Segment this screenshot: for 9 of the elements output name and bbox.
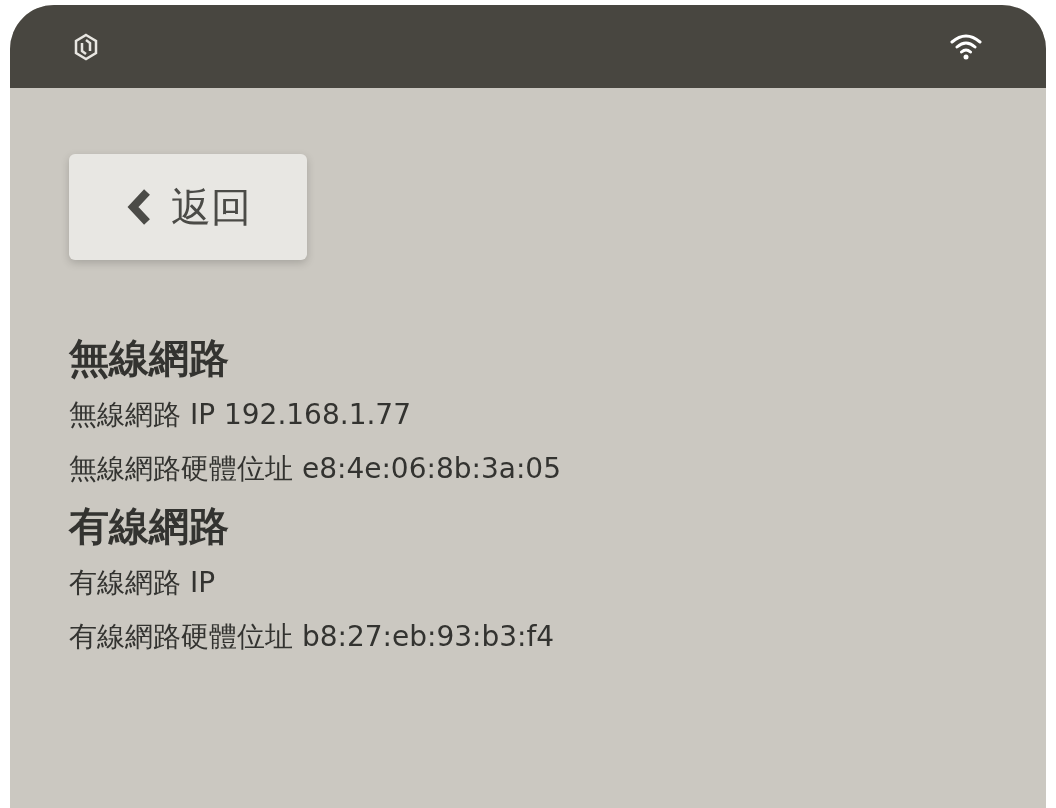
wifi-icon [949, 32, 983, 61]
info-row-text: 有線網路 IP [69, 565, 217, 601]
info-row-text: 有線網路硬體位址 b8:27:eb:93:b3:f4 [69, 619, 556, 655]
back-button[interactable]: 返回 [69, 154, 307, 260]
section-heading: 有線網路 [69, 502, 230, 551]
section-heading: 無線網路 [69, 334, 230, 383]
info-row-text: 無線網路 IP 192.168.1.77 [69, 397, 412, 433]
info-row-text: 無線網路硬體位址 e8:4e:06:8b:3a:05 [69, 451, 561, 487]
logo-icon [73, 32, 99, 61]
